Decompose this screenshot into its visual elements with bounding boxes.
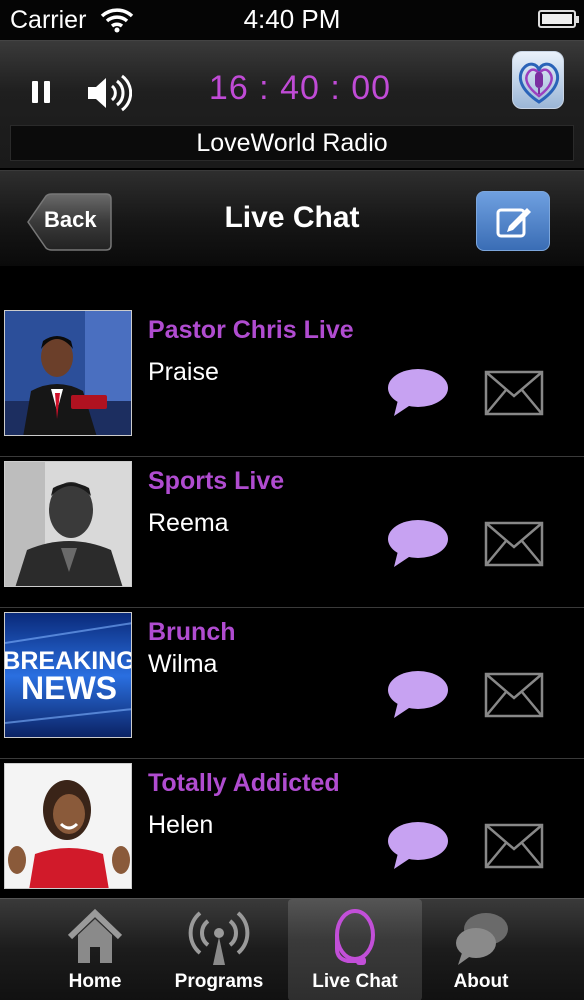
chat-bubble-icon[interactable] (386, 368, 450, 418)
tab-label: Home (68, 971, 122, 992)
heart-microphone-icon (518, 62, 560, 104)
loveworld-logo (512, 51, 564, 109)
thumbnail-man-in-suit (4, 310, 132, 436)
headset-icon (335, 909, 375, 965)
breaking-news-graphic: BREAKING NEWS (5, 613, 131, 737)
radio-player: 16 : 40 : 00 LoveWorld Radio (0, 40, 584, 168)
thumbnail-woman-in-red (4, 763, 132, 889)
chat-user: Helen (148, 811, 214, 839)
battery-icon (538, 10, 579, 28)
mail-icon[interactable] (484, 370, 544, 416)
news-text: NEWS (21, 670, 117, 706)
pause-icon[interactable] (32, 81, 50, 103)
tab-label: Programs (174, 971, 264, 992)
tab-label: Live Chat (312, 971, 398, 992)
tab-label: About (453, 971, 509, 992)
chat-title: Pastor Chris Live (148, 316, 354, 344)
chat-user: Wilma (148, 650, 218, 678)
thumbnail-man-portrait (4, 461, 132, 587)
chat-title: Totally Addicted (148, 769, 340, 797)
chat-bubble-icon[interactable] (386, 519, 450, 569)
station-name: LoveWorld Radio (196, 128, 388, 157)
mail-icon[interactable] (484, 672, 544, 718)
chat-list: Pastor Chris Live Praise Sports Live Ree… (0, 306, 584, 910)
mail-icon[interactable] (484, 823, 544, 869)
compose-button[interactable] (476, 191, 550, 251)
list-item[interactable]: Totally Addicted Helen (0, 759, 584, 910)
chat-bubble-icon[interactable] (386, 670, 450, 720)
chat-title: Brunch (148, 618, 236, 646)
list-item[interactable]: BREAKING NEWS Brunch Wilma (0, 608, 584, 759)
broadcast-icon (188, 911, 250, 965)
chat-bubble-icon[interactable] (386, 821, 450, 871)
status-bar: Carrier 4:40 PM (0, 0, 584, 40)
mail-icon[interactable] (484, 521, 544, 567)
navigation-bar: Back Live Chat (0, 170, 584, 266)
status-time: 4:40 PM (243, 4, 341, 34)
compose-icon (496, 208, 531, 238)
man-portrait-photo (5, 462, 131, 586)
list-item[interactable]: Sports Live Reema (0, 457, 584, 608)
volume-icon[interactable] (86, 73, 132, 113)
list-item[interactable]: Pastor Chris Live Praise (0, 306, 584, 457)
speech-bubbles-icon (456, 913, 508, 965)
woman-in-red-photo (5, 764, 131, 888)
station-bar: LoveWorld Radio (10, 125, 574, 161)
man-in-suit-photo (5, 311, 131, 435)
playback-timer: 16 : 40 : 00 (208, 69, 392, 107)
chat-user: Praise (148, 358, 219, 386)
tab-programs[interactable]: Programs (152, 899, 286, 1000)
home-icon (67, 908, 123, 963)
chat-user: Reema (148, 509, 229, 537)
tab-about[interactable]: About (414, 899, 548, 1000)
thumbnail-breaking-news: BREAKING NEWS (4, 612, 132, 738)
tab-live-chat[interactable]: Live Chat (288, 899, 422, 1000)
chat-title: Sports Live (148, 467, 285, 495)
tab-bar: Home Programs Live Chat About (0, 898, 584, 1000)
tab-home[interactable]: Home (28, 899, 162, 1000)
